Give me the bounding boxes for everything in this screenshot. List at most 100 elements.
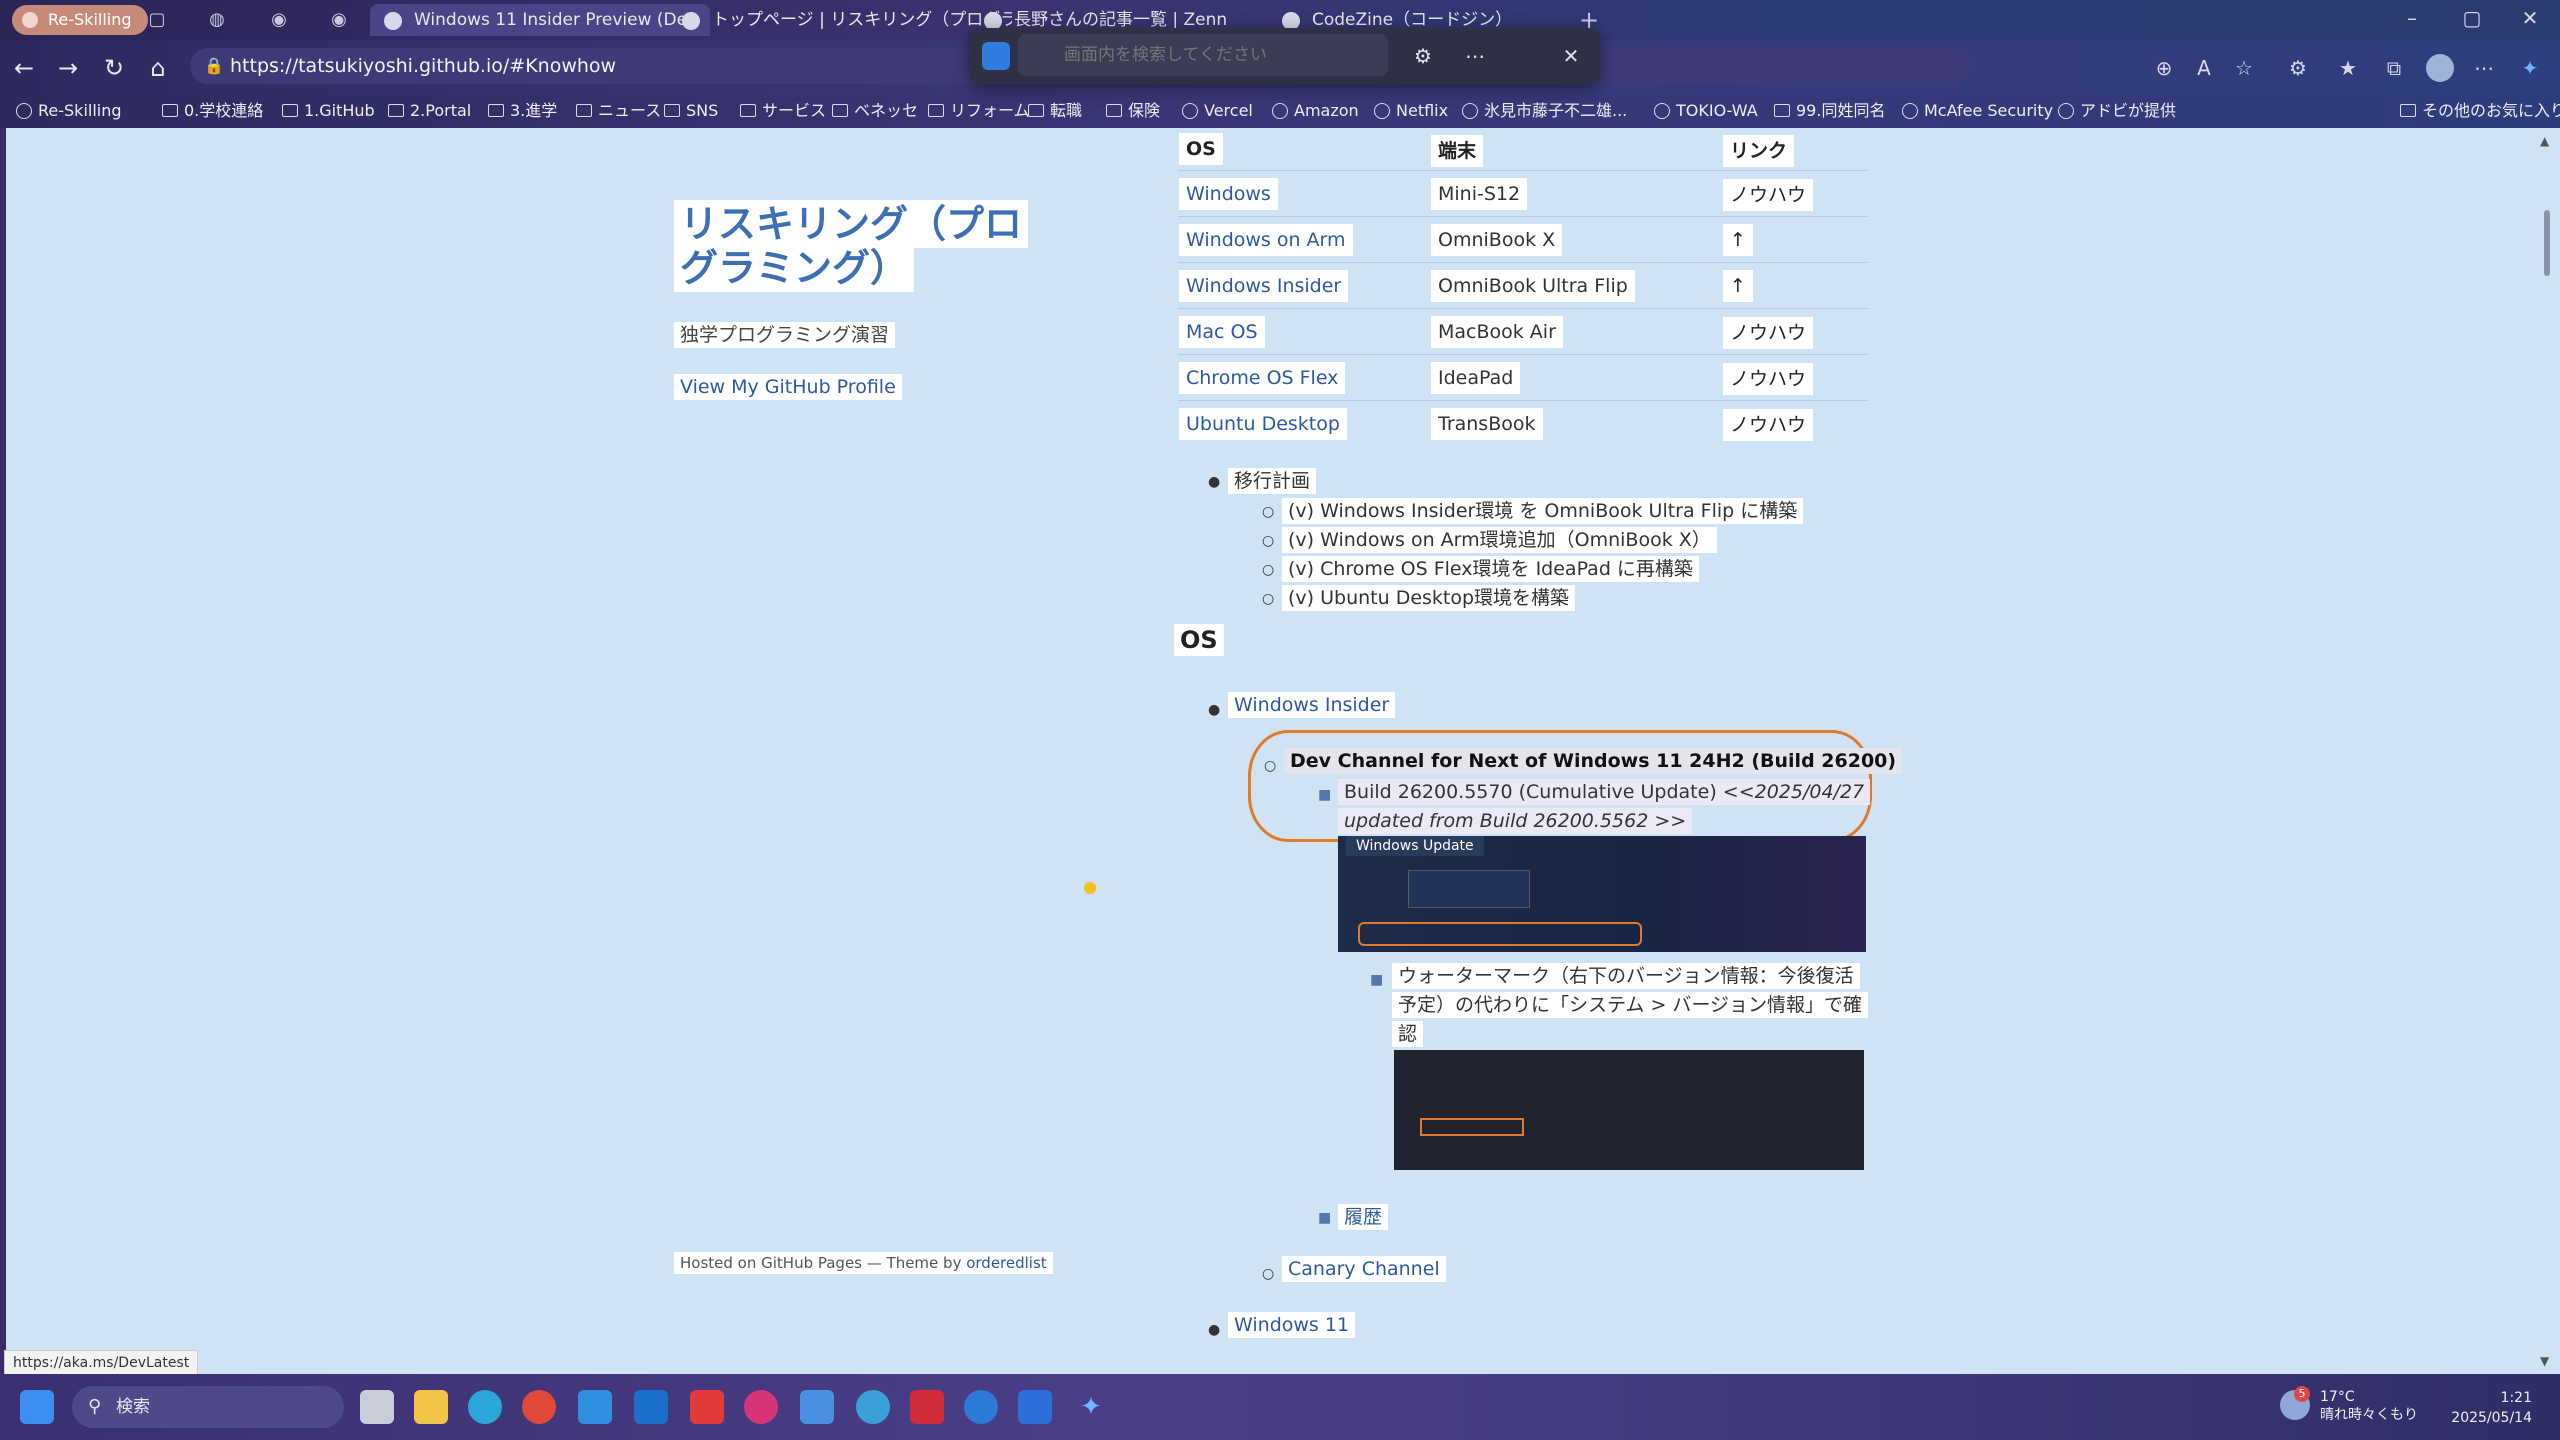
scroll-down-icon[interactable]: ▼ <box>2540 1354 2549 1368</box>
favorites-icon[interactable]: ★ <box>2334 54 2362 82</box>
os-link[interactable]: Windows <box>1179 177 1278 210</box>
favorite-star-icon[interactable]: ☆ <box>2230 54 2258 82</box>
knowhow-link[interactable]: ノウハウ <box>1723 317 1814 349</box>
bookmark-folder[interactable]: SNS <box>662 94 718 128</box>
refresh-icon[interactable]: ↻ <box>98 52 130 84</box>
find-more-icon[interactable]: ⋯ <box>1460 42 1490 70</box>
bookmark-folder[interactable]: サービス <box>738 94 826 128</box>
vscode-icon[interactable] <box>578 1390 612 1424</box>
outlook-icon[interactable] <box>634 1390 668 1424</box>
bookmark-item[interactable]: 氷見市藤子不二雄... <box>1460 94 1627 128</box>
bookmark-folder[interactable]: 0.学校連絡 <box>160 94 263 128</box>
bookmark-folder[interactable]: リフォーム <box>926 94 1030 128</box>
tab-icon-1[interactable]: ◍ <box>206 10 228 30</box>
scroll-up-icon[interactable]: ▲ <box>2540 134 2549 148</box>
bookmark-item[interactable]: Vercel <box>1180 94 1253 128</box>
bookmark-folder[interactable]: 保険 <box>1104 94 1160 128</box>
find-input[interactable] <box>1018 34 1388 76</box>
window-close-icon[interactable]: ✕ <box>2510 6 2550 30</box>
media-player-icon[interactable] <box>744 1390 778 1424</box>
os-link[interactable]: Ubuntu Desktop <box>1179 407 1347 440</box>
workspaces-icon[interactable]: ▢ <box>146 10 168 30</box>
build-update-note: updated from Build 26200.5562 >> <box>1344 810 1687 832</box>
github-profile-link[interactable]: View My GitHub Profile <box>674 374 902 400</box>
knowhow-link[interactable]: ノウハウ <box>1723 363 1814 395</box>
file-explorer-icon[interactable] <box>414 1390 448 1424</box>
bookmark-folder[interactable]: 1.GitHub <box>280 94 375 128</box>
read-aloud-icon[interactable]: A <box>2190 54 2218 82</box>
knowhow-link[interactable]: ノウハウ <box>1723 179 1814 211</box>
start-icon[interactable] <box>20 1390 54 1424</box>
scrollbar-thumb[interactable] <box>2544 210 2550 276</box>
bullet-icon: ○ <box>1262 533 1275 549</box>
other-favorites-folder[interactable]: その他のお気に入り <box>2398 94 2560 128</box>
bullet-icon: ○ <box>1262 591 1275 607</box>
tab-icon-3[interactable]: ◉ <box>328 10 350 30</box>
page-scrollbar[interactable]: ▲ ▼ <box>2534 128 2560 1374</box>
bookmark-folder[interactable]: 2.Portal <box>386 94 471 128</box>
bookmark-item[interactable]: TOKIO-WA <box>1652 94 1758 128</box>
theme-link[interactable]: orderedlist <box>966 1254 1046 1272</box>
copilot-icon[interactable]: ✦ <box>1074 1390 1108 1424</box>
bookmark-item[interactable]: McAfee Security <box>1900 94 2053 128</box>
table-header-row: OS 端末 リンク <box>1178 128 1868 171</box>
task-view-icon[interactable] <box>360 1390 394 1424</box>
os-link[interactable]: Chrome OS Flex <box>1179 361 1346 394</box>
mcafee-icon[interactable] <box>910 1390 944 1424</box>
tab-windows-insider[interactable]: Windows 11 Insider Preview (Dev × <box>370 4 710 36</box>
watermark-note: ウォーターマーク（右下のバージョン情報：今後復活予定）の代わりに「システム > … <box>1392 962 1869 1049</box>
bookmark-folder[interactable]: ニュース <box>574 94 661 128</box>
bookmark-item[interactable]: アドビが提供 <box>2056 94 2176 128</box>
collections-icon[interactable]: ⧉ <box>2380 54 2408 82</box>
bookmark-folder[interactable]: ベネッセ <box>830 94 918 128</box>
extensions-icon[interactable]: ⚙ <box>2284 54 2312 82</box>
migration-plan-label: 移行計画 <box>1228 466 1317 494</box>
canary-channel-link[interactable]: Canary Channel <box>1282 1256 1446 1282</box>
up-arrow-cell: ↑ <box>1723 269 1753 302</box>
windows-11-link[interactable]: Windows 11 <box>1228 1312 1356 1338</box>
taskbar-search[interactable]: ⚲ 検索 <box>72 1386 344 1428</box>
address-url: https://tatsukiyoshi.github.io/#Knowhow <box>230 55 617 77</box>
history-link[interactable]: 履歴 <box>1338 1202 1389 1230</box>
help-icon[interactable] <box>856 1390 890 1424</box>
bookmark-item[interactable]: Re-Skilling <box>14 94 122 128</box>
windows-insider-link[interactable]: Windows Insider <box>1228 692 1396 718</box>
tab-icon-2[interactable]: ◉ <box>268 10 290 30</box>
forward-icon[interactable]: → <box>52 52 84 84</box>
weather-badge: 5 <box>2294 1386 2310 1402</box>
youtube-icon[interactable] <box>690 1390 724 1424</box>
bookmark-item[interactable]: Netflix <box>1372 94 1448 128</box>
edge-icon[interactable] <box>468 1390 502 1424</box>
back-icon[interactable]: ← <box>8 52 40 84</box>
bookmark-folder[interactable]: 99.同姓同名 <box>1772 94 1885 128</box>
find-settings-icon[interactable]: ⚙ <box>1408 42 1438 70</box>
bookmark-item[interactable]: Amazon <box>1270 94 1359 128</box>
pinned-app-icon[interactable] <box>1018 1390 1052 1424</box>
maximize-icon[interactable]: ▢ <box>2452 6 2492 30</box>
zoom-icon[interactable]: ⊕ <box>2150 54 2178 82</box>
more-icon[interactable]: ⋯ <box>2470 54 2498 82</box>
os-link[interactable]: Mac OS <box>1179 315 1265 348</box>
copilot-icon[interactable]: ✦ <box>2516 54 2544 82</box>
home-icon[interactable]: ⌂ <box>142 52 174 84</box>
tab-reskilling[interactable]: トップページ | リスキリング（プログラミ <box>668 4 1012 36</box>
chrome-icon[interactable] <box>522 1390 556 1424</box>
account-avatar[interactable] <box>2426 54 2454 82</box>
app-icon[interactable] <box>964 1390 998 1424</box>
find-close-icon[interactable]: ✕ <box>1556 42 1586 70</box>
minimize-icon[interactable]: – <box>2392 6 2432 30</box>
os-link[interactable]: Windows on Arm <box>1179 223 1353 256</box>
weather-widget[interactable]: 5 17°C 晴れ時々くもり <box>2280 1386 2418 1424</box>
bullet-icon: ● <box>1208 1322 1221 1338</box>
bookmark-folder[interactable]: 3.進学 <box>486 94 557 128</box>
knowhow-link[interactable]: ノウハウ <box>1723 409 1814 441</box>
store-icon[interactable] <box>800 1390 834 1424</box>
new-tab-icon[interactable]: + <box>1578 8 1600 32</box>
os-link[interactable]: Windows Insider <box>1179 269 1349 302</box>
table-row: Chrome OS Flex IdeaPad ノウハウ <box>1178 354 1868 401</box>
profile-button[interactable]: Re-Skilling <box>12 5 148 35</box>
cursor-highlight <box>1084 882 1096 894</box>
bookmark-folder[interactable]: 転職 <box>1026 94 1082 128</box>
system-clock[interactable]: 1:21 2025/05/14 <box>2400 1388 2532 1428</box>
list-item: (v) Windows Insider環境 を OmniBook Ultra F… <box>1282 496 1804 524</box>
